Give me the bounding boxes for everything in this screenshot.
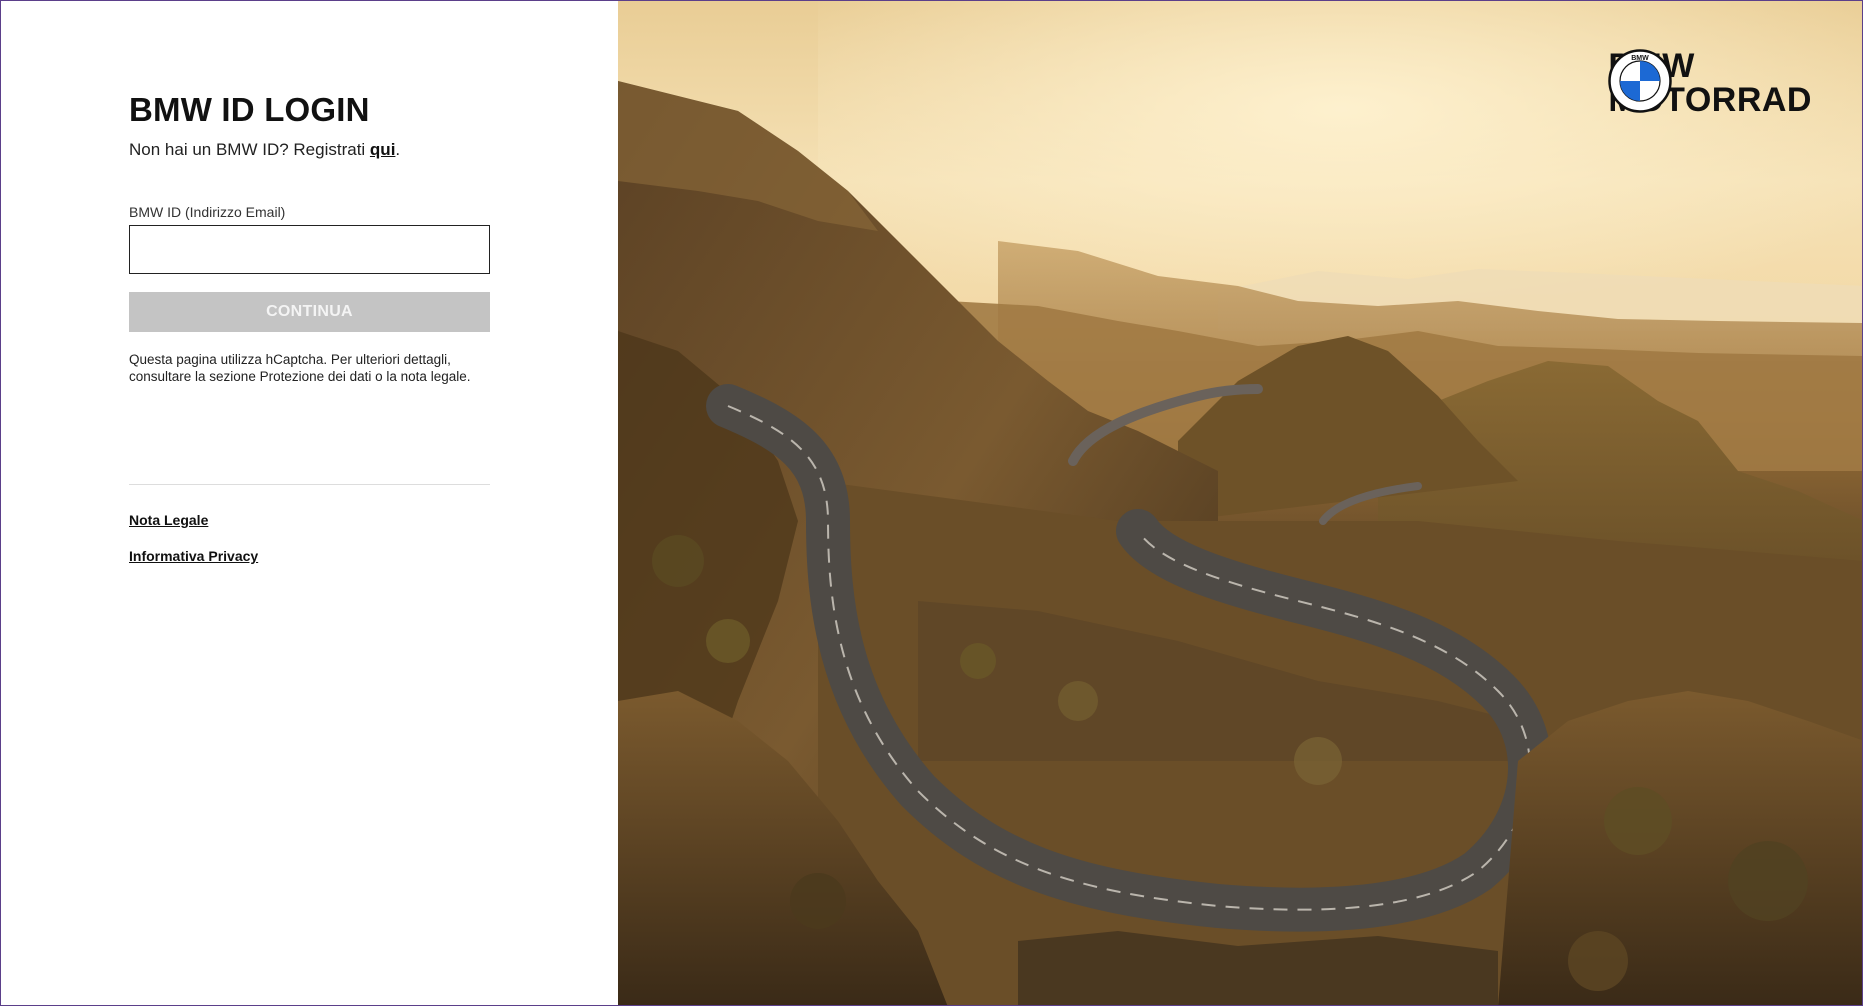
register-link[interactable]: qui — [370, 140, 396, 159]
bmw-roundel-icon: BMW — [1608, 49, 1673, 113]
captcha-notice: Questa pagina utilizza hCaptcha. Per ult… — [129, 352, 471, 384]
email-label: BMW ID (Indirizzo Email) — [129, 204, 286, 220]
register-prompt-text: Non hai un BMW ID? Registrati — [129, 140, 370, 159]
login-panel: BMW ID LOGIN Non hai un BMW ID? Registra… — [1, 1, 618, 1005]
login-page: BMW ID LOGIN Non hai un BMW ID? Registra… — [0, 0, 1863, 1006]
bmw-motorrad-logo: BMW BMW MOTORRAD — [1608, 49, 1812, 117]
register-prompt: Non hai un BMW ID? Registrati qui. — [129, 140, 400, 160]
mountain-road-illustration — [618, 1, 1862, 1005]
legal-notice-link[interactable]: Nota Legale — [129, 512, 208, 528]
divider — [129, 484, 490, 485]
privacy-policy-link[interactable]: Informativa Privacy — [129, 548, 258, 564]
register-prompt-suffix: . — [395, 140, 401, 159]
page-title: BMW ID LOGIN — [129, 91, 370, 128]
email-field[interactable] — [129, 225, 490, 274]
svg-text:BMW: BMW — [1632, 55, 1650, 62]
hero-image: BMW BMW MOTORRAD — [618, 1, 1862, 1005]
continue-button[interactable]: CONTINUA — [129, 292, 490, 332]
